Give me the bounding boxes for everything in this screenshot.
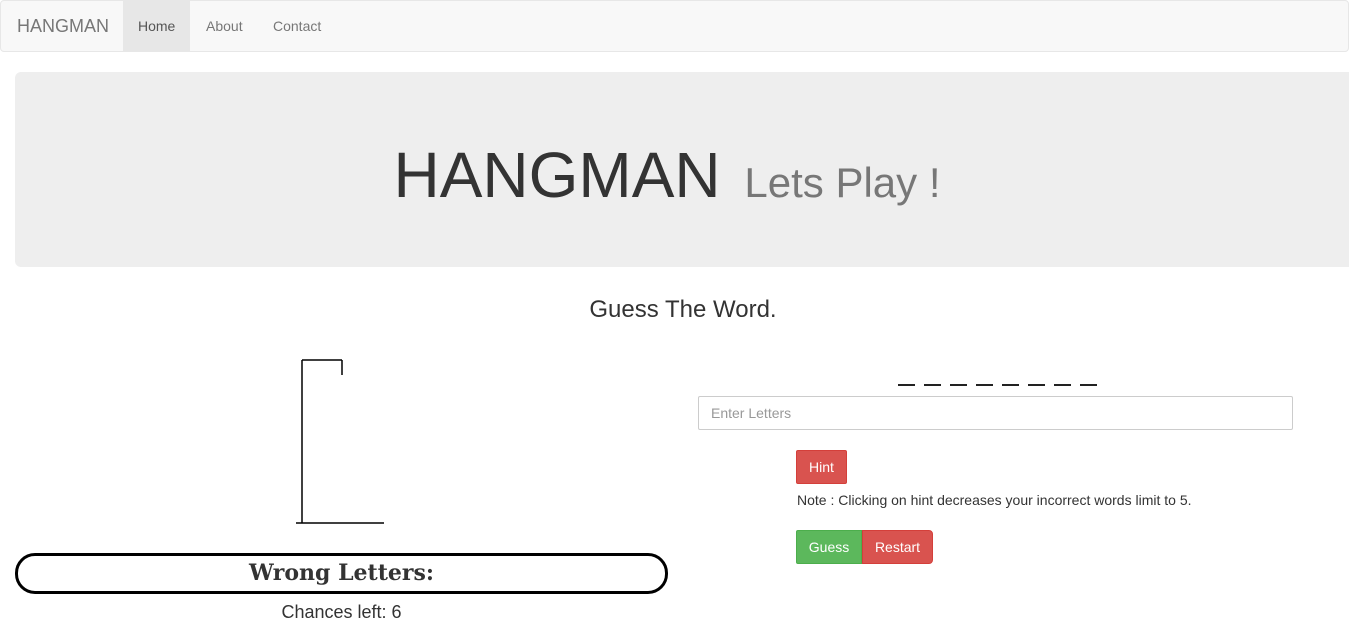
restart-button[interactable]: Restart [862, 530, 933, 564]
letter-input[interactable] [698, 396, 1293, 430]
navbar-brand[interactable]: HANGMAN [17, 16, 109, 37]
jumbotron-title: HANGMAN [393, 139, 721, 211]
letter-blank [1054, 362, 1071, 386]
jumbotron-subtitle: Lets Play ! [744, 159, 941, 206]
nav-item-home[interactable]: Home [123, 1, 191, 51]
letter-blank [924, 362, 941, 386]
gallows-drawing [296, 359, 384, 524]
hint-note: Note : Clicking on hint decreases your i… [797, 492, 1192, 508]
word-blanks [898, 362, 1097, 386]
chances-left: Chances left: 6 [281, 602, 402, 622]
guess-button[interactable]: Guess [796, 530, 862, 564]
letter-blank [950, 362, 967, 386]
guess-heading: Guess The Word. [589, 296, 777, 323]
letter-blank [898, 362, 915, 386]
letter-blank [1080, 362, 1097, 386]
nav-item-about[interactable]: About [191, 1, 258, 51]
wrong-letters-box: Wrong Letters: [15, 553, 668, 594]
jumbotron-heading: HANGMAN Lets Play ! [0, 138, 1334, 212]
nav-item-contact[interactable]: Contact [258, 1, 336, 51]
hint-button[interactable]: Hint [796, 450, 847, 484]
letter-blank [1002, 362, 1019, 386]
letter-blank [1028, 362, 1045, 386]
letter-blank [976, 362, 993, 386]
navbar: HANGMAN Home About Contact [0, 0, 1349, 52]
